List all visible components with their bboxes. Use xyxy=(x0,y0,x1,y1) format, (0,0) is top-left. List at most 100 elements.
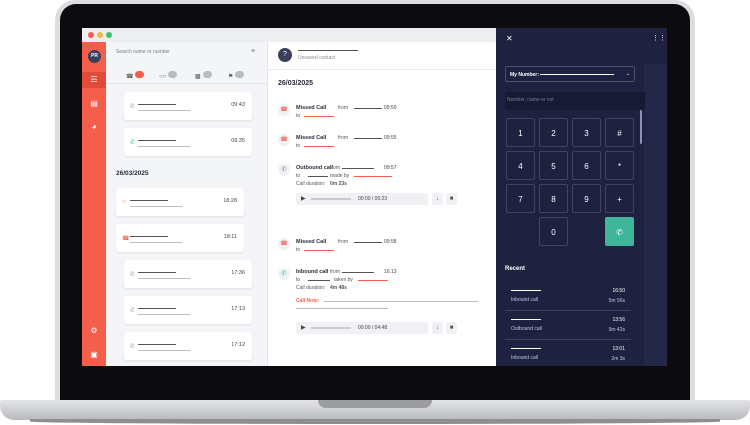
download-icon[interactable]: ↓ xyxy=(432,322,443,334)
key-0[interactable]: 0 xyxy=(539,217,568,246)
duration-label: Call duration: xyxy=(296,181,326,187)
call-note-label: Call Note: xyxy=(296,298,320,304)
key-3[interactable]: 3 xyxy=(572,118,601,147)
key-plus[interactable]: + xyxy=(605,184,634,213)
phone-icon: ✆ xyxy=(130,308,136,314)
agent-name xyxy=(358,280,388,282)
player-time: 00:00 / 00:23 xyxy=(358,196,388,202)
settings-gear-icon[interactable]: ⚙ xyxy=(89,326,99,336)
key-hash[interactable]: # xyxy=(605,118,634,147)
delete-icon[interactable]: ■ xyxy=(446,193,457,205)
voicemail-icon: ○○ xyxy=(159,74,167,80)
recent-number xyxy=(511,319,541,321)
recent-time: 13:01 xyxy=(612,346,625,352)
keypad-grid-icon[interactable]: ⋮⋮ xyxy=(652,34,666,42)
duration-label: Call duration: xyxy=(296,285,326,291)
message-icon: ▩ xyxy=(195,74,201,80)
item-time: 17:36 xyxy=(231,270,245,276)
tab-flagged[interactable]: ⚑ xyxy=(228,71,245,80)
key-1[interactable]: 1 xyxy=(506,118,535,147)
list-icon[interactable]: ☰ xyxy=(89,75,99,85)
contacts-book-icon[interactable]: ▤ xyxy=(89,99,99,109)
play-icon[interactable]: ▶ xyxy=(301,324,306,331)
list-item[interactable]: ○ 18:28 xyxy=(116,188,244,216)
key-9[interactable]: 9 xyxy=(572,184,601,213)
list-item[interactable]: ✆ 17:36 xyxy=(124,260,252,288)
tab-messages[interactable]: ▩ xyxy=(195,71,212,80)
close-icon[interactable]: ✕ xyxy=(506,34,513,43)
list-item[interactable]: ✆ 09:35 xyxy=(124,128,252,156)
list-item[interactable]: ☎ 18:11 xyxy=(116,224,244,252)
duration-value: 0m 23s xyxy=(330,181,347,187)
key-7[interactable]: 7 xyxy=(506,184,535,213)
badge-count xyxy=(202,71,212,78)
to-number xyxy=(304,116,334,118)
lock-icon[interactable]: ▣ xyxy=(89,350,99,360)
my-number-label: My Number: xyxy=(510,72,539,78)
recent-call-item[interactable]: Outbound call 13:56 9m 42s xyxy=(505,313,631,340)
event-title: Missed Call xyxy=(296,239,327,245)
laptop-notch xyxy=(318,400,432,408)
missed-call-icon: ☎ xyxy=(278,238,290,250)
phone-icon: ✆ xyxy=(130,344,136,350)
recent-call-item[interactable]: Inbound call 13:01 2m 3s xyxy=(505,342,631,366)
call-button[interactable]: ✆ xyxy=(605,217,634,246)
phone-icon: ✆ xyxy=(130,272,136,278)
key-8[interactable]: 8 xyxy=(539,184,568,213)
delete-icon[interactable]: ■ xyxy=(446,322,457,334)
dial-input[interactable]: Number, name or ext xyxy=(505,92,645,110)
caller-line xyxy=(138,308,176,310)
analytics-pie-icon[interactable]: ◕ xyxy=(89,122,99,132)
key-5[interactable]: 5 xyxy=(539,151,568,180)
missed-call-icon: ☎ xyxy=(126,74,134,80)
search-input[interactable]: Search name or number xyxy=(116,49,170,55)
call-note-line xyxy=(324,301,478,303)
my-number-select[interactable]: My Number: ⌄ xyxy=(505,66,635,82)
audio-progress-track[interactable] xyxy=(311,198,351,200)
list-item[interactable]: ✆ 09:43 xyxy=(124,92,252,120)
key-star[interactable]: * xyxy=(605,151,634,180)
recent-number xyxy=(511,348,541,350)
key-4[interactable]: 4 xyxy=(506,151,535,180)
tab-voicemail[interactable]: ○○ xyxy=(159,71,178,80)
inbound-call-icon: ✆ xyxy=(278,268,290,280)
missed-call-icon: ☎ xyxy=(278,104,290,116)
audio-player[interactable]: ▶ 00:00 / 00:23 xyxy=(296,193,428,205)
caller-line xyxy=(138,344,176,346)
close-window-button[interactable] xyxy=(88,32,94,38)
from-label: from xyxy=(330,165,340,171)
laptop-shadow xyxy=(30,419,720,424)
audio-player[interactable]: ▶ 00:00 / 04:48 xyxy=(296,322,428,334)
badge-count xyxy=(135,71,145,78)
list-item[interactable]: ✆ 17:12 xyxy=(124,332,252,360)
recent-type: Inbound call xyxy=(511,355,538,361)
key-2[interactable]: 2 xyxy=(539,118,568,147)
recent-heading: Recent xyxy=(505,266,526,272)
item-time: 18:11 xyxy=(223,234,237,240)
scrollbar[interactable] xyxy=(640,110,642,144)
tab-missed[interactable]: ☎ xyxy=(126,71,145,80)
item-time: 09:43 xyxy=(231,102,245,108)
filter-tabs: ☎ ○○ ▩ ⚑ xyxy=(106,68,268,84)
badge-count xyxy=(168,71,178,78)
taken-by-label: taken by xyxy=(334,277,353,283)
filter-icon[interactable]: ≡ xyxy=(251,48,255,55)
download-icon[interactable]: ↓ xyxy=(432,193,443,205)
preview-line xyxy=(138,146,190,148)
dialer-side-strip xyxy=(644,64,667,366)
event-time: 09:50 xyxy=(384,105,397,111)
minimize-window-button[interactable] xyxy=(97,32,103,38)
item-time: 18:28 xyxy=(223,198,237,204)
phone-icon: ✆ xyxy=(130,104,136,110)
list-item[interactable]: ✆ 17:13 xyxy=(124,296,252,324)
key-6[interactable]: 6 xyxy=(572,151,601,180)
user-avatar[interactable]: PR xyxy=(88,50,101,63)
recent-call-item[interactable]: Inbound call 16:50 5m 56s xyxy=(505,284,631,311)
preview-line xyxy=(138,278,190,280)
call-history-pane: ? Unsaved contact 26/03/2025 ☎ Missed Ca… xyxy=(268,42,496,366)
audio-progress-track[interactable] xyxy=(311,327,351,329)
event-title: Missed Call xyxy=(296,105,327,111)
play-icon[interactable]: ▶ xyxy=(301,195,306,202)
from-number xyxy=(354,242,382,244)
maximize-window-button[interactable] xyxy=(106,32,112,38)
